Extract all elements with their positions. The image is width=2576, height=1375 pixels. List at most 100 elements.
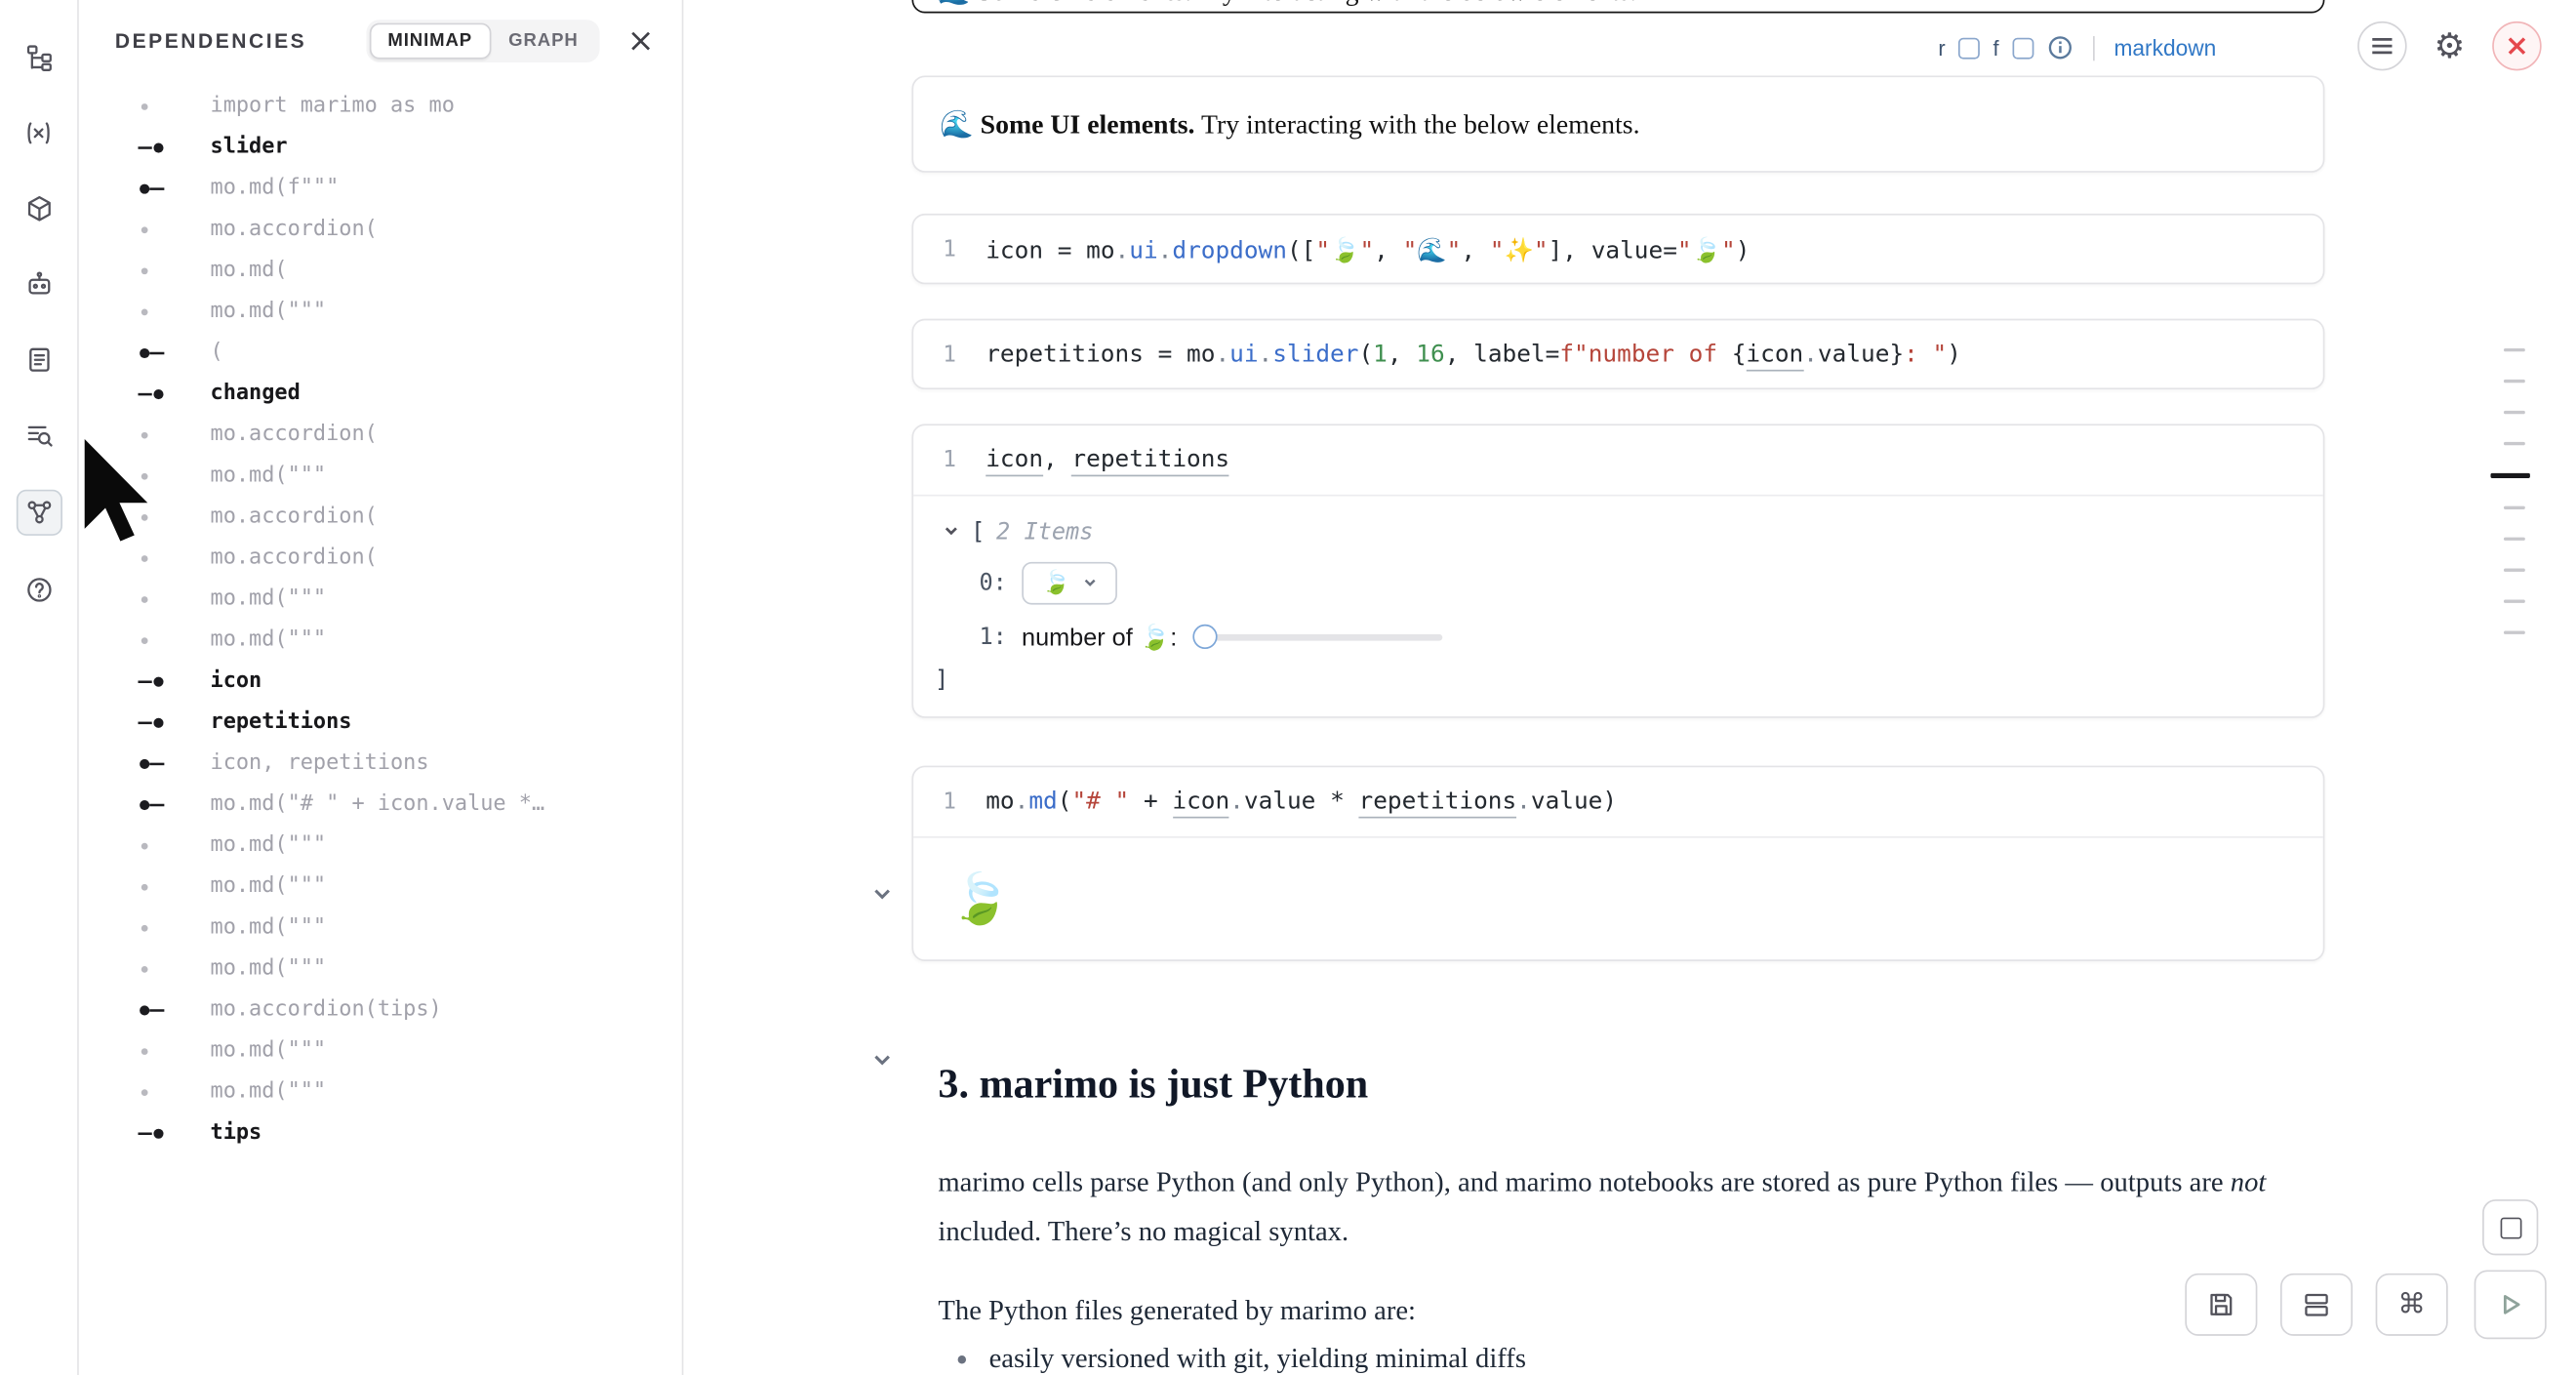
code-line[interactable]: mo.md("# " + icon.value * repetitions.va… [986,789,1617,815]
r-checkbox[interactable] [1958,37,1980,59]
code-token: . [1015,789,1029,815]
dependency-item[interactable]: mo.accordion( [79,496,682,537]
code-token: mo [986,789,1014,815]
dependency-item[interactable]: mo.md(""" [79,579,682,620]
shutdown-button[interactable] [2492,21,2542,71]
dependency-item[interactable]: mo.md(f""" [79,168,682,209]
code-token: ([ [1287,237,1315,263]
chevron-down-icon[interactable] [943,519,959,546]
code-token: : " [1904,342,1947,368]
code-line[interactable]: icon = mo.ui.dropdown(["🍃", "🌊", "✨"], v… [986,236,1750,264]
code-token: * [1315,789,1358,815]
code-line[interactable]: repetitions = mo.ui.slider(1, 16, label=… [986,342,1961,368]
packages-icon[interactable] [18,187,60,230]
chevron-down-icon[interactable] [870,1048,897,1074]
dependencies-icon[interactable] [16,490,61,536]
dependency-item[interactable]: mo.md(""" [79,825,682,866]
dependency-item[interactable]: mo.md(""" [79,1072,682,1112]
dependency-item[interactable]: tips [79,1112,682,1153]
dependencies-header: DEPENDENCIES MINIMAP GRAPH [79,0,682,79]
r-toggle-label: r [1938,35,1945,60]
logs-icon[interactable] [18,414,60,457]
dependency-item[interactable]: mo.accordion( [79,414,682,455]
section-heading: 3. marimo is just Python [938,1063,1368,1109]
code-cell-tuple[interactable]: 1 icon, repetitions [ 2 Items 0: 🍃 [911,424,2324,717]
dependency-item[interactable]: mo.md(""" [79,907,682,948]
f-checkbox[interactable] [2012,37,2033,59]
node-output-icon [138,797,210,810]
markdown-editor-clipped[interactable]: 🌊 Some UI elements. Try interacting with… [911,0,2324,13]
dependency-item[interactable]: icon [79,661,682,702]
f-toggle-label: f [1992,35,1998,60]
chevron-down-icon[interactable] [870,882,897,909]
dependencies-panel: DEPENDENCIES MINIMAP GRAPH import marimo… [79,0,684,1375]
minimap-line[interactable] [2504,569,2525,572]
dependency-label: mo.md(""" [211,627,327,652]
dependency-label: mo.md(""" [211,956,327,981]
dependency-item[interactable]: mo.md(""" [79,1031,682,1072]
layout-button[interactable] [2280,1274,2353,1336]
view-toggle: MINIMAP GRAPH [366,20,599,62]
menu-button[interactable] [2357,21,2407,71]
dependency-label: import marimo as mo [211,94,455,118]
info-icon[interactable] [2046,34,2073,61]
code-token: value [1818,342,1890,368]
snippets-icon[interactable] [18,339,60,382]
code-cell-dropdown[interactable]: 1 icon = mo.ui.dropdown(["🍃", "🌊", "✨"],… [911,214,2324,284]
minimap-line[interactable] [2504,411,2525,414]
scratchpad-button[interactable] [2482,1199,2538,1255]
code-line[interactable]: icon, repetitions [986,447,1229,473]
dependency-item[interactable]: mo.accordion( [79,538,682,579]
dropdown-widget[interactable]: 🍃 [1022,561,1117,604]
code-token: label [1473,342,1546,368]
minimap-line[interactable] [2504,538,2525,541]
help-icon[interactable] [18,569,60,612]
dependency-item[interactable]: mo.md(""" [79,620,682,661]
ai-assistant-icon[interactable] [18,263,60,305]
node-dot-icon [138,880,210,893]
markdown-mode-link[interactable]: markdown [2113,35,2216,60]
file-tree-icon[interactable] [18,36,60,79]
dependency-item[interactable]: mo.md(""" [79,866,682,907]
slider-widget[interactable] [1193,634,1443,641]
minimap-line[interactable] [2504,348,2525,351]
dependency-item[interactable]: ( [79,332,682,373]
minimap-line[interactable] [2504,442,2525,445]
dependency-item[interactable]: import marimo as mo [79,86,682,127]
node-variable-icon [138,674,210,687]
clipped-rest: Try interacting with the below elements. [1191,0,1636,7]
dependency-item[interactable]: slider [79,127,682,168]
dependency-item[interactable]: mo.md( [79,250,682,291]
dependency-item[interactable]: mo.accordion(tips) [79,990,682,1031]
keyboard-shortcuts-button[interactable]: ⌘ [2376,1274,2448,1336]
dependency-item[interactable]: mo.md(""" [79,948,682,989]
slider-knob[interactable] [1193,625,1218,649]
variables-icon[interactable] [18,111,60,154]
minimap-line[interactable] [2504,631,2525,634]
close-panel-icon[interactable] [623,23,659,60]
run-button[interactable] [2475,1271,2547,1340]
dependency-label: mo.accordion( [211,217,378,241]
code-token: ( [1058,789,1072,815]
code-cell-slider[interactable]: 1 repetitions = mo.ui.slider(1, 16, labe… [911,319,2324,389]
clipped-editor-text: 🌊 Some UI elements. Try interacting with… [937,0,1636,8]
close-icon [2507,36,2526,56]
dependency-item[interactable]: mo.md(""" [79,291,682,332]
dependency-item[interactable]: changed [79,373,682,414]
minimap-line[interactable] [2490,473,2529,478]
dependency-item[interactable]: repetitions [79,702,682,743]
save-button[interactable] [2185,1274,2257,1336]
dependency-item[interactable]: mo.md("# " + icon.value *… [79,784,682,825]
dependency-item[interactable]: mo.accordion( [79,209,682,250]
tab-minimap[interactable]: MINIMAP [370,23,491,60]
code-cell-md[interactable]: 1 mo.md("# " + icon.value * repetitions.… [911,766,2324,961]
dependency-label: mo.md(""" [211,464,327,488]
settings-button[interactable]: ⚙ [2425,21,2475,71]
code-token: "🍃" [1315,237,1374,263]
minimap-line[interactable] [2504,380,2525,383]
dependency-item[interactable]: mo.md(""" [79,455,682,496]
tab-graph[interactable]: GRAPH [491,23,597,60]
dependency-item[interactable]: icon, repetitions [79,743,682,784]
minimap-line[interactable] [2504,506,2525,509]
minimap-line[interactable] [2504,600,2525,603]
